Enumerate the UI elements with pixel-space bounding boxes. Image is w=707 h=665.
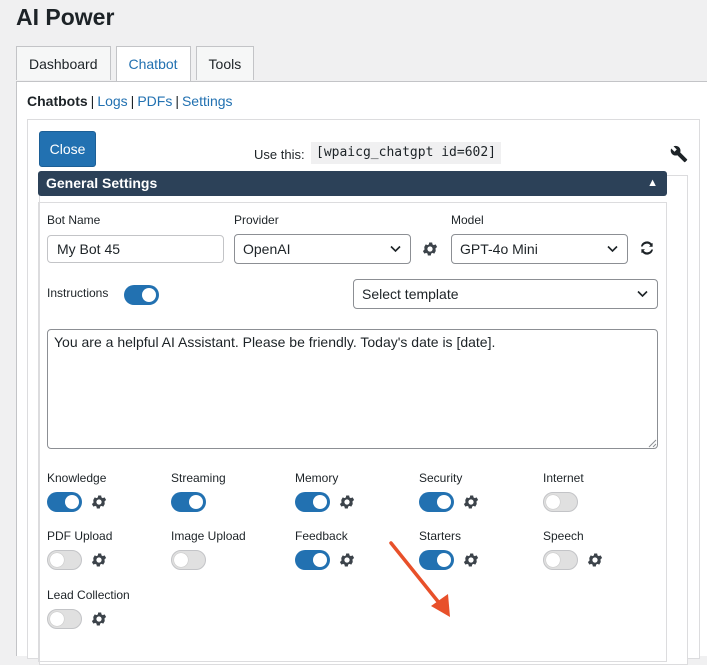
main-content: Chatbots | Logs | PDFs | Settings Close Use th…: [16, 81, 707, 665]
memory-label: Memory: [295, 471, 339, 485]
subnav-pdfs-link[interactable]: PDFs: [137, 93, 172, 109]
memory-toggle[interactable]: [295, 492, 330, 512]
security-label: Security: [419, 471, 463, 485]
streaming-label: Streaming: [171, 471, 226, 485]
subnav-settings-link[interactable]: Settings: [182, 93, 233, 109]
provider-label: Provider: [234, 213, 279, 227]
panel-title: General Settings: [46, 175, 158, 191]
refresh-icon[interactable]: [638, 239, 656, 257]
bot-editor: Close Use this: [wpaicg_chatgpt id=602] …: [27, 119, 700, 665]
lead-collection-gear-icon[interactable]: [90, 610, 108, 628]
provider-gear-icon[interactable]: [421, 240, 439, 258]
model-label: Model: [451, 213, 484, 227]
streaming-toggle[interactable]: [171, 492, 206, 512]
chevron-down-icon: [607, 245, 618, 253]
use-this-label: Use this:: [254, 147, 305, 162]
knowledge-gear-icon[interactable]: [90, 493, 108, 511]
knowledge-toggle[interactable]: [47, 492, 82, 512]
app-title: AI Power: [16, 4, 115, 30]
speech-gear-icon[interactable]: [586, 551, 604, 569]
model-value: GPT-4o Mini: [460, 241, 538, 257]
instructions-toggle[interactable]: [124, 285, 159, 305]
feedback-label: Feedback: [295, 529, 348, 543]
chatbot-subnav: Chatbots | Logs | PDFs | Settings: [27, 93, 233, 109]
internet-label: Internet: [543, 471, 584, 485]
chevron-down-icon: [390, 245, 401, 253]
image-upload-label: Image Upload: [171, 529, 246, 543]
lead-collection-label: Lead Collection: [47, 588, 130, 602]
annotation-arrow-icon: [389, 541, 450, 617]
feedback-gear-icon[interactable]: [338, 551, 356, 569]
template-value: Select template: [362, 286, 459, 302]
subnav-separator: |: [90, 93, 95, 109]
memory-gear-icon[interactable]: [338, 493, 356, 511]
tab-tools[interactable]: Tools: [195, 46, 255, 80]
security-gear-icon[interactable]: [462, 493, 480, 511]
tab-chatbot[interactable]: Chatbot: [115, 46, 191, 82]
pdf-upload-gear-icon[interactable]: [90, 551, 108, 569]
internet-toggle[interactable]: [543, 492, 578, 512]
shortcode[interactable]: [wpaicg_chatgpt id=602]: [311, 142, 502, 164]
knowledge-label: Knowledge: [47, 471, 107, 485]
speech-label: Speech: [543, 529, 584, 543]
wrench-icon[interactable]: [670, 145, 688, 163]
image-upload-toggle[interactable]: [171, 550, 206, 570]
feedback-toggle[interactable]: [295, 550, 330, 570]
starters-gear-icon[interactable]: [462, 551, 480, 569]
model-select[interactable]: GPT-4o Mini: [451, 234, 628, 264]
instructions-label: Instructions: [47, 286, 109, 300]
general-settings-header[interactable]: General Settings ▲: [38, 171, 667, 196]
tab-dashboard[interactable]: Dashboard: [16, 46, 111, 80]
subnav-chatbots: Chatbots: [27, 93, 88, 109]
bot-name-input[interactable]: My Bot 45: [47, 235, 224, 263]
pdf-upload-toggle[interactable]: [47, 550, 82, 570]
close-button[interactable]: Close: [39, 131, 96, 167]
provider-value: OpenAI: [243, 241, 291, 257]
speech-toggle[interactable]: [543, 550, 578, 570]
pdf-upload-label: PDF Upload: [47, 529, 113, 543]
provider-select[interactable]: OpenAI: [234, 234, 411, 264]
lead-collection-toggle[interactable]: [47, 609, 82, 629]
general-settings-body: Bot Name My Bot 45 Provider OpenAI Model…: [38, 202, 667, 662]
resize-grip-icon[interactable]: [648, 439, 657, 448]
nav-tabs: Dashboard Chatbot Tools: [16, 46, 259, 82]
bot-name-label: Bot Name: [47, 213, 101, 227]
subnav-separator: |: [130, 93, 135, 109]
template-select[interactable]: Select template: [353, 279, 658, 309]
security-toggle[interactable]: [419, 492, 454, 512]
instructions-textarea[interactable]: You are a helpful AI Assistant. Please b…: [47, 329, 658, 449]
collapse-caret-icon[interactable]: ▲: [647, 171, 658, 196]
chevron-down-icon: [637, 290, 648, 298]
subnav-logs-link[interactable]: Logs: [97, 93, 127, 109]
subnav-separator: |: [175, 93, 179, 109]
